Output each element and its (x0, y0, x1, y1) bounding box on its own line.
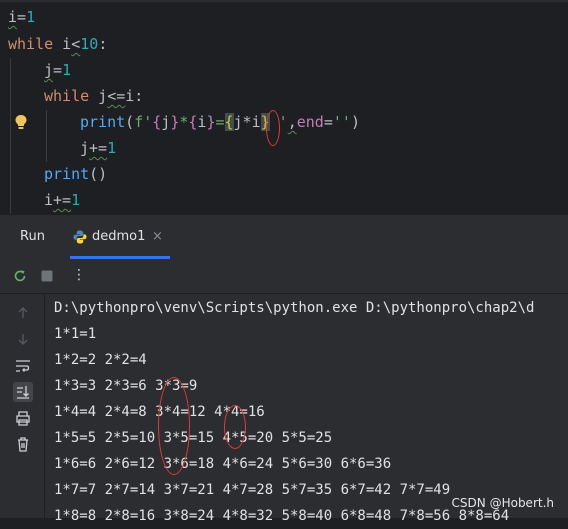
scroll-to-end-icon[interactable] (13, 382, 33, 402)
brace-close: } (170, 113, 180, 131)
var-i: i (44, 191, 54, 209)
var-j: j (80, 139, 90, 157)
equals: = (323, 113, 333, 131)
indent-guide (46, 110, 47, 162)
console-gutter (0, 293, 45, 518)
more-icon[interactable]: ⋮ (72, 267, 86, 283)
print-icon[interactable] (13, 408, 33, 428)
run-panel: Run dedmo1 × ⋮ D:\pythonpro\venv\Scripts… (0, 214, 568, 524)
code-line-2[interactable]: while i<10: (8, 31, 107, 57)
number: 1 (26, 8, 36, 26)
console-line: 1*6=6 2*6=12 3*6=18 4*6=24 5*6=30 6*6=36 (54, 456, 392, 472)
annotation-oval (224, 405, 246, 449)
number: 1 (62, 61, 72, 79)
paren-open: ( (125, 113, 135, 131)
keyword-while: while (44, 87, 90, 105)
console-line: 1*7=7 2*7=14 3*7=21 4*7=28 5*7=35 6*7=42… (54, 482, 451, 498)
number: 10 (80, 35, 99, 53)
scroll-up-icon[interactable] (13, 303, 33, 323)
expr-j-times-i: j*i (233, 113, 261, 131)
fstring-text: = (215, 113, 225, 131)
end-string: '' (332, 113, 351, 131)
fstring-prefix: f' (134, 113, 153, 131)
var-j: j (44, 61, 54, 79)
editor-top-border (0, 0, 568, 2)
kwarg-end: end (296, 113, 324, 131)
brace-open-highlighted: { (224, 113, 234, 131)
tab-dedmo1[interactable]: dedmo1 × (70, 215, 170, 259)
close-icon[interactable]: × (152, 229, 163, 244)
rerun-icon[interactable] (11, 267, 29, 285)
run-toolbar: ⋮ (0, 259, 568, 294)
console-line: 1*2=2 2*2=4 (54, 352, 147, 368)
code-line-6[interactable]: j+=1 (80, 135, 116, 161)
var-i: i (8, 8, 18, 26)
code-editor[interactable]: i=1 while i<10: j=1 while j<=i: print(f'… (0, 0, 568, 214)
scroll-down-icon[interactable] (13, 329, 33, 349)
code-line-8[interactable]: i+=1 (44, 187, 80, 213)
code-line-4[interactable]: while j<=i: (44, 83, 143, 109)
code-line-3[interactable]: j=1 (44, 57, 71, 83)
annotation-oval (158, 377, 190, 475)
console-line: 1*8=8 2*8=16 3*8=24 4*8=32 5*8=40 6*8=48… (54, 508, 510, 524)
var-i: i (53, 35, 72, 53)
console-line: 1*5=5 2*5=10 3*5=15 4*5=20 5*5=25 (54, 430, 333, 446)
annotation-oval (266, 110, 280, 146)
function-print: print (80, 113, 126, 131)
expr-j: j (161, 113, 171, 131)
function-print: print (44, 165, 90, 183)
watermark: CSDN @Hobert.h (451, 496, 554, 510)
code-line-1[interactable]: i=1 (8, 4, 35, 30)
parens: () (89, 165, 108, 183)
keyword-while: while (8, 35, 54, 53)
condition-rest: i: (125, 87, 144, 105)
number: 1 (71, 191, 81, 209)
operator: += (53, 191, 72, 209)
comma: , (287, 113, 297, 131)
colon: : (98, 35, 108, 53)
soft-wrap-icon[interactable] (13, 356, 33, 376)
run-header: Run dedmo1 × (0, 215, 568, 259)
trash-icon[interactable] (13, 434, 33, 454)
indent-guide (10, 58, 11, 214)
code-line-5[interactable]: print(f'{j}*{i}={j*i} ',end='') (80, 109, 360, 135)
operator: += (89, 139, 108, 157)
operator: = (53, 61, 63, 79)
operator: < (71, 35, 81, 53)
brace-open: { (152, 113, 162, 131)
run-title: Run (20, 229, 45, 244)
tab-label: dedmo1 (92, 229, 146, 244)
code-line-7[interactable]: print() (44, 161, 107, 187)
number: 1 (107, 139, 117, 157)
python-file-icon (73, 230, 87, 244)
var-j: j (89, 87, 108, 105)
operator: <= (107, 87, 126, 105)
operator: = (17, 8, 27, 26)
paren-close: ) (350, 113, 360, 131)
console-line: D:\pythonpro\venv\Scripts\python.exe D:\… (54, 300, 535, 316)
console-line: 1*1=1 (54, 326, 97, 342)
stop-icon[interactable] (38, 267, 56, 285)
lightbulb-icon[interactable] (14, 114, 28, 130)
